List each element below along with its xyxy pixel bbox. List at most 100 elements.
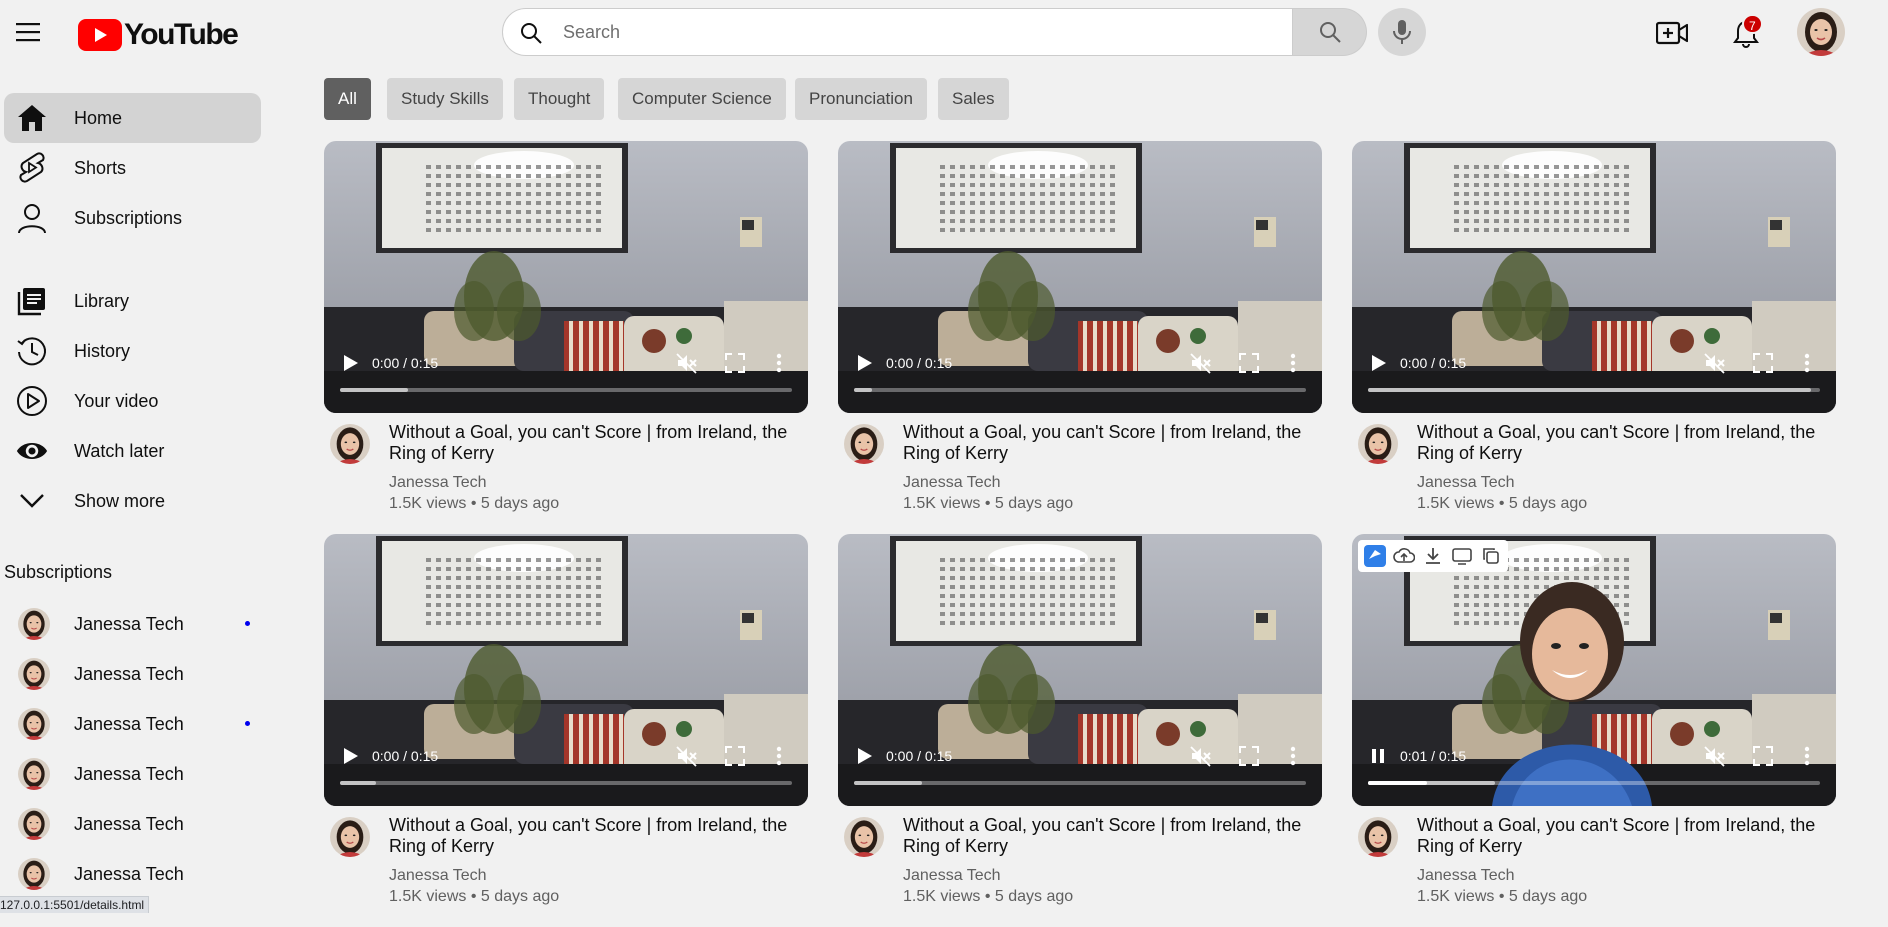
channel-avatar[interactable] [1358,817,1398,857]
fullscreen-icon[interactable] [1238,352,1260,374]
sidebar-item-home[interactable]: Home [4,93,261,143]
library-icon [17,288,45,316]
video-player[interactable]: 0:00 / 0:15 [838,141,1322,413]
video-title[interactable]: Without a Goal, you can't Score | from I… [903,815,1303,857]
video-title[interactable]: Without a Goal, you can't Score | from I… [903,422,1303,464]
video-channel-name[interactable]: Janessa Tech [389,867,487,885]
search-input[interactable] [563,17,1263,47]
subscription-channel-name: Janessa Tech [74,763,184,784]
video-channel-name[interactable]: Janessa Tech [389,474,487,492]
sidebar-item-your-video[interactable]: Your video [4,376,261,426]
video-progress-bar[interactable] [1368,781,1820,785]
fullscreen-icon[interactable] [1752,352,1774,374]
more-options-icon[interactable] [772,352,786,374]
video-card: 0:00 / 0:15 Without a Goal, you can't Sc… [324,141,808,534]
muted-volume-icon[interactable] [1704,352,1726,374]
more-options-icon[interactable] [1800,352,1814,374]
chip-study-skills[interactable]: Study Skills [387,78,503,120]
voice-search-button[interactable] [1378,8,1426,56]
youtube-play-logo-icon [78,19,122,51]
sidebar-subscription-item[interactable]: Janessa Tech [4,649,261,699]
fullscreen-icon[interactable] [1238,745,1260,767]
video-progress-bar[interactable] [340,781,792,785]
sidebar-item-library[interactable]: Library [4,276,261,326]
muted-volume-icon[interactable] [676,745,698,767]
video-title[interactable]: Without a Goal, you can't Score | from I… [389,422,789,464]
channel-avatar-icon [18,608,50,640]
muted-volume-icon[interactable] [1190,352,1212,374]
fullscreen-icon[interactable] [1752,745,1774,767]
video-card: 0:00 / 0:15 Without a Goal, you can't Sc… [838,534,1322,927]
your-video-icon [17,386,47,416]
chip-computer-science[interactable]: Computer Science [618,78,786,120]
fullscreen-icon[interactable] [724,352,746,374]
create-video-button[interactable] [1654,16,1690,50]
search-button[interactable] [1293,8,1367,56]
video-controls: 0:00 / 0:15 [324,534,808,806]
muted-volume-icon[interactable] [676,352,698,374]
chip-sales[interactable]: Sales [938,78,1009,120]
account-avatar[interactable] [1797,8,1845,56]
more-options-icon[interactable] [1286,745,1300,767]
play-icon[interactable] [340,353,360,373]
chip-pronunciation[interactable]: Pronunciation [795,78,927,120]
more-options-icon[interactable] [1286,352,1300,374]
video-progress-bar[interactable] [340,388,792,392]
muted-volume-icon[interactable] [1704,745,1726,767]
sidebar-item-subscriptions[interactable]: Subscriptions [4,193,261,243]
channel-avatar[interactable] [844,424,884,464]
video-player[interactable]: 0:00 / 0:15 [324,534,808,806]
video-player[interactable]: 0:00 / 0:15 [838,534,1322,806]
video-player[interactable]: 0:01 / 0:15 [1352,534,1836,806]
sidebar-subscription-item[interactable]: Janessa Tech [4,749,261,799]
sidebar-subscription-item[interactable]: Janessa Tech [4,599,261,649]
video-title[interactable]: Without a Goal, you can't Score | from I… [1417,422,1817,464]
video-progress-bar[interactable] [854,388,1306,392]
fullscreen-icon[interactable] [724,745,746,767]
video-player[interactable]: 0:00 / 0:15 [324,141,808,413]
menu-button[interactable] [12,16,44,48]
sidebar-item-label: Show more [74,490,166,511]
play-icon[interactable] [1368,353,1388,373]
copy-button[interactable] [1479,543,1504,569]
sidebar-item-watch-later[interactable]: Watch later [4,426,261,476]
search-icon [1319,22,1341,43]
muted-volume-icon[interactable] [1190,745,1212,767]
tv-cast-button[interactable] [1450,543,1475,569]
video-progress-bar[interactable] [1368,388,1820,392]
sidebar-item-show-more[interactable]: Show more [4,476,261,526]
video-channel-name[interactable]: Janessa Tech [1417,474,1515,492]
sidebar-item-history[interactable]: History [4,326,261,376]
upload-cloud-button[interactable] [1391,543,1416,569]
pause-icon[interactable] [1368,746,1388,766]
channel-avatar[interactable] [330,424,370,464]
sidebar-item-shorts[interactable]: Shorts [4,143,261,193]
video-time: 0:00 / 0:15 [1400,355,1467,371]
download-button[interactable] [1420,543,1445,569]
more-options-icon[interactable] [772,745,786,767]
video-channel-name[interactable]: Janessa Tech [903,867,1001,885]
play-icon[interactable] [854,746,874,766]
video-title[interactable]: Without a Goal, you can't Score | from I… [389,815,789,857]
youtube-logo[interactable]: YouTube [78,18,239,52]
chip-all[interactable]: All [324,78,371,120]
channel-avatar[interactable] [844,817,884,857]
chip-thought[interactable]: Thought [514,78,605,120]
video-progress-bar[interactable] [854,781,1306,785]
play-icon[interactable] [340,746,360,766]
play-icon[interactable] [854,353,874,373]
extension-bird-button[interactable] [1362,543,1387,569]
video-title[interactable]: Without a Goal, you can't Score | from I… [1417,815,1817,857]
sidebar-subscription-item[interactable]: Janessa Tech [4,799,261,849]
video-player[interactable]: 0:00 / 0:15 [1352,141,1836,413]
video-channel-name[interactable]: Janessa Tech [1417,867,1515,885]
channel-avatar[interactable] [1358,424,1398,464]
sidebar-subscription-item[interactable]: Janessa Tech [4,699,261,749]
video-channel-name[interactable]: Janessa Tech [903,474,1001,492]
video-card: 0:01 / 0:15 Without a Goal, you can't Sc… [1352,534,1836,927]
more-options-icon[interactable] [1800,745,1814,767]
channel-avatar [18,758,50,790]
video-buffered-bar [1368,388,1811,392]
sidebar-subscription-item[interactable]: Janessa Tech [4,849,261,899]
channel-avatar[interactable] [330,817,370,857]
